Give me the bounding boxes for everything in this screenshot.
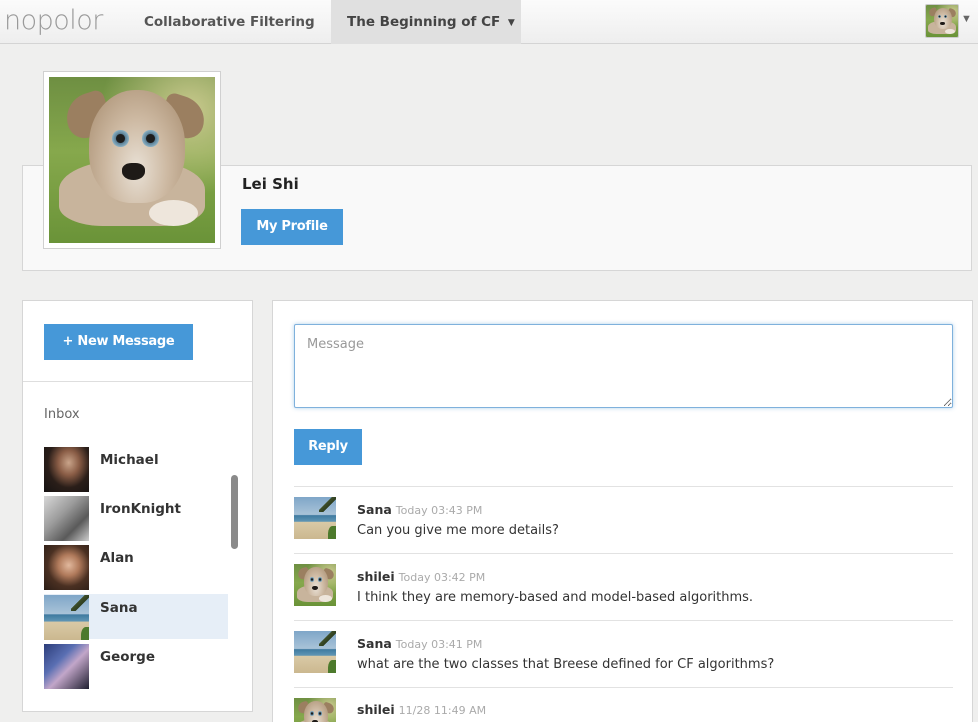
new-message-button[interactable]: + New Message bbox=[44, 324, 193, 360]
contact-name: IronKnight bbox=[100, 501, 181, 517]
inbox-sidebar: + New Message Inbox Michael IronKnight A… bbox=[22, 300, 253, 712]
message-item: Sana Today 03:43 PM Can you give me more … bbox=[294, 486, 953, 553]
caret-down-icon[interactable]: ▼ bbox=[961, 13, 972, 25]
message-item: Sana Today 03:41 PM what are the two clas… bbox=[294, 620, 953, 687]
message-timestamp: Today 03:42 PM bbox=[398, 571, 486, 584]
message-timestamp: Today 03:43 PM bbox=[395, 504, 483, 517]
avatar bbox=[294, 497, 336, 539]
message-timestamp: Today 03:41 PM bbox=[395, 638, 483, 651]
avatar bbox=[44, 595, 89, 640]
message-header: Sana Today 03:41 PM bbox=[357, 636, 482, 651]
message-author[interactable]: Sana bbox=[357, 636, 392, 651]
contact-name: Sana bbox=[100, 600, 138, 616]
contact-name: Alan bbox=[100, 550, 134, 566]
nav-item-label: The Beginning of CF bbox=[347, 14, 501, 30]
contact-item-sana[interactable]: Sana bbox=[44, 594, 228, 640]
message-author[interactable]: shilei bbox=[357, 702, 395, 717]
conversation-panel: Reply SanaToday 03:43 PM Can you give me… bbox=[272, 300, 973, 722]
inbox-heading: Inbox bbox=[44, 407, 80, 422]
message-header: Sana Today 03:43 PM bbox=[357, 502, 482, 517]
contact-item-george[interactable]: George bbox=[44, 643, 228, 689]
avatar bbox=[44, 644, 89, 689]
nav-course-dropdown[interactable]: The Beginning of CF ▼ bbox=[331, 0, 521, 44]
contact-name: George bbox=[100, 649, 155, 665]
message-text: what are the two classes that Breese def… bbox=[357, 657, 775, 672]
nav-item-label: Collaborative Filtering bbox=[144, 14, 315, 30]
message-header: shilei 11/28 11:49 AM bbox=[357, 702, 486, 717]
contact-item-ironknight[interactable]: IronKnight bbox=[44, 495, 228, 541]
avatar bbox=[294, 698, 336, 722]
message-timestamp: 11/28 11:49 AM bbox=[398, 704, 487, 717]
message-text: I think they are memory-based and model-… bbox=[357, 590, 754, 605]
caret-down-icon: ▼ bbox=[507, 18, 515, 28]
avatar bbox=[44, 545, 89, 590]
message-input[interactable] bbox=[294, 324, 953, 408]
message-header: shilei Today 03:42 PM bbox=[357, 569, 485, 584]
message-item: shilei Today 03:42 PM I think they are me… bbox=[294, 553, 953, 620]
message-text: Can you give me more details? bbox=[357, 523, 559, 538]
message-item: shilei 11/28 11:49 AM bbox=[294, 687, 953, 722]
message-author[interactable]: shilei bbox=[357, 569, 395, 584]
contact-item-alan[interactable]: Alan bbox=[44, 544, 228, 590]
avatar bbox=[294, 631, 336, 673]
dog-avatar-image bbox=[926, 5, 958, 37]
contacts-scrollbar[interactable] bbox=[231, 475, 238, 549]
profile-name: Lei Shi bbox=[242, 175, 299, 193]
my-profile-button[interactable]: My Profile bbox=[241, 209, 343, 245]
contact-item-michael[interactable]: Michael bbox=[44, 446, 228, 492]
avatar bbox=[44, 496, 89, 541]
top-navbar: nopolor Collaborative Filtering The Begi… bbox=[0, 0, 978, 44]
divider bbox=[23, 381, 252, 382]
profile-photo bbox=[43, 71, 221, 249]
dog-photo bbox=[49, 77, 215, 243]
message-author[interactable]: Sana bbox=[357, 502, 392, 517]
app-logo[interactable]: nopolor bbox=[4, 6, 103, 36]
reply-button[interactable]: Reply bbox=[294, 429, 362, 465]
nav-collaborative-filtering[interactable]: Collaborative Filtering bbox=[144, 0, 315, 44]
contact-name: Michael bbox=[100, 452, 159, 468]
avatar bbox=[44, 447, 89, 492]
user-avatar[interactable] bbox=[925, 4, 959, 38]
avatar bbox=[294, 564, 336, 606]
